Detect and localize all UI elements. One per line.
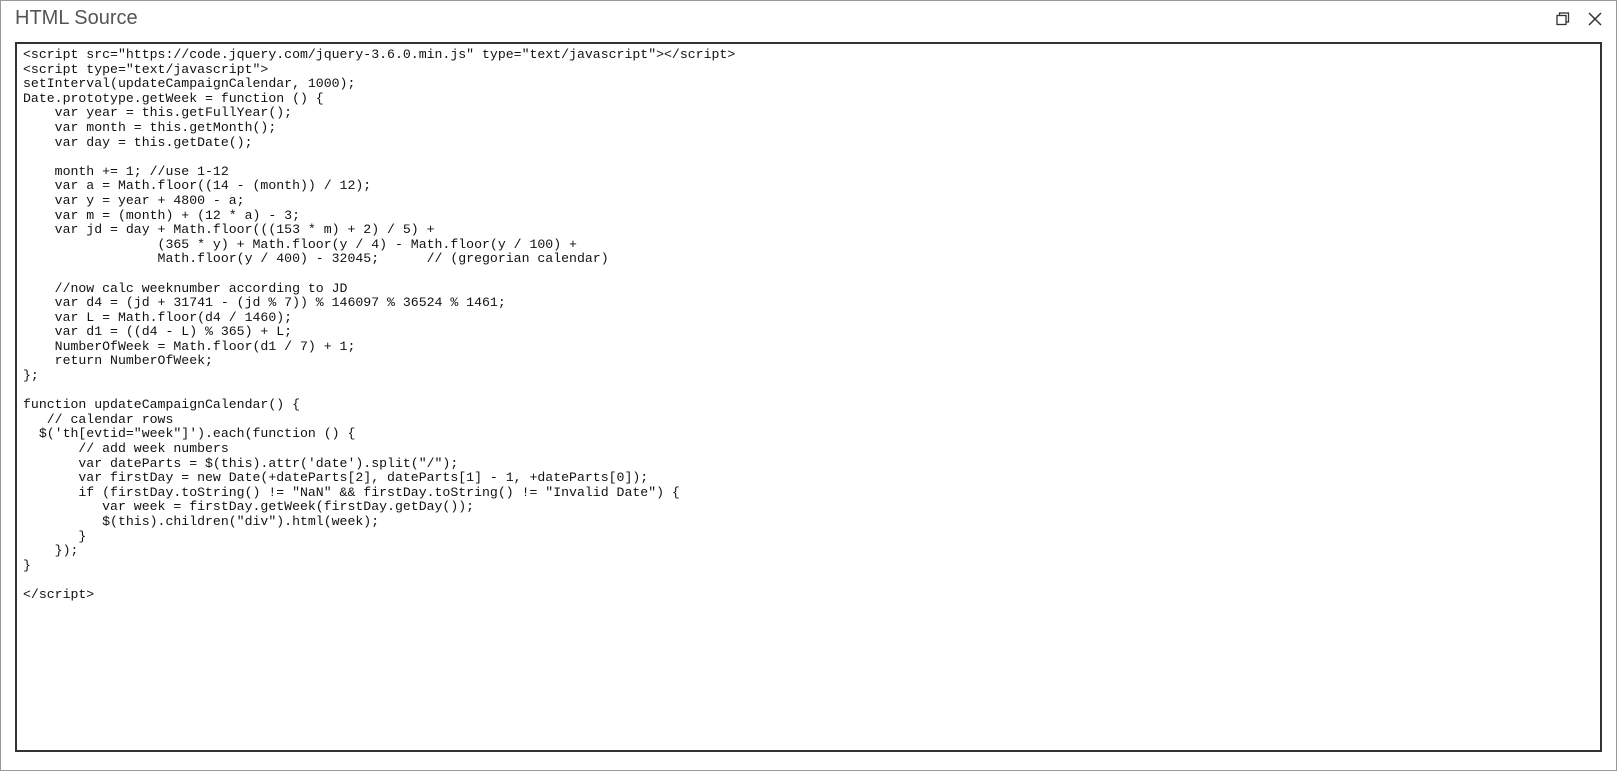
maximize-icon	[1556, 12, 1570, 26]
dialog-titlebar: HTML Source	[1, 1, 1616, 40]
html-source-textarea[interactable]	[15, 42, 1602, 752]
textarea-wrap	[15, 42, 1602, 752]
close-button[interactable]	[1584, 8, 1606, 30]
maximize-button[interactable]	[1552, 8, 1574, 30]
close-icon	[1588, 12, 1602, 26]
dialog-title: HTML Source	[15, 7, 138, 30]
titlebar-controls	[1552, 8, 1606, 30]
html-source-dialog: HTML Source	[0, 0, 1617, 771]
dialog-content	[1, 40, 1616, 770]
